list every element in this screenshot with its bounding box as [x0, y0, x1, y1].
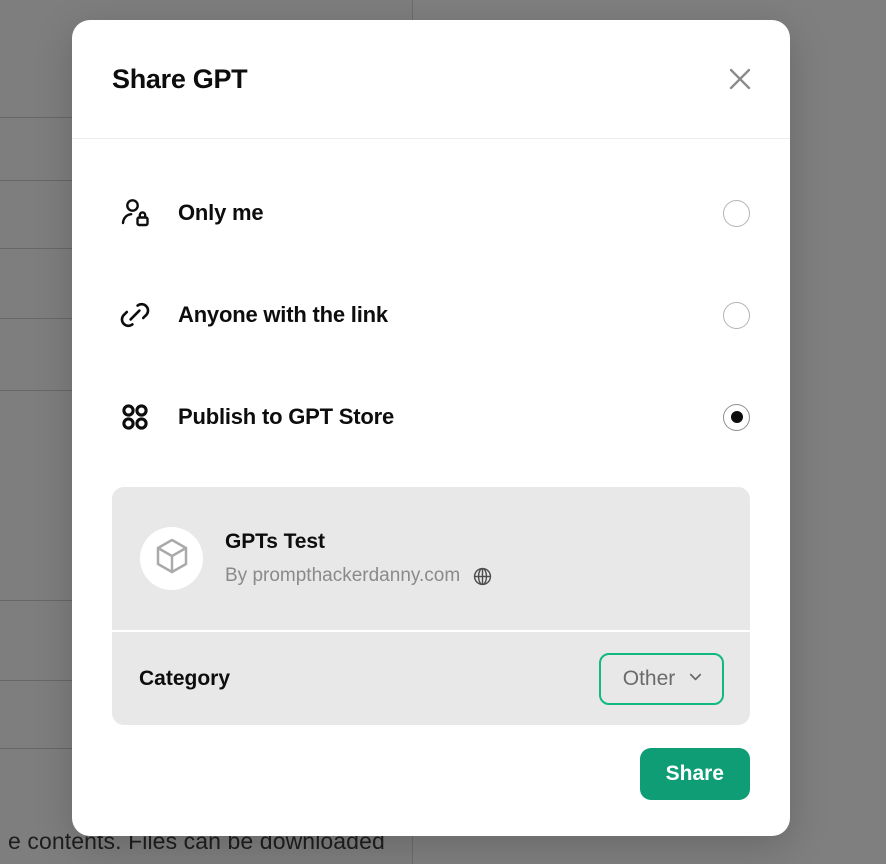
link-icon: [114, 294, 156, 336]
gpt-byline: By prompthackerdanny.com: [225, 565, 493, 587]
share-gpt-dialog: Share GPT Only me Anyone with the link P…: [72, 20, 790, 836]
gpt-info-panel: GPTs Test By prompthackerdanny.com: [112, 487, 750, 630]
close-button[interactable]: [722, 61, 758, 97]
radio-publish-to-store[interactable]: [723, 403, 750, 431]
grid-circles-icon: [114, 396, 156, 438]
radio-anyone-with-link[interactable]: [723, 301, 750, 329]
page-title: Share GPT: [112, 63, 248, 94]
dialog-header: Share GPT: [72, 20, 790, 139]
gpt-name: GPTs Test: [225, 530, 325, 553]
share-button[interactable]: Share: [639, 748, 750, 800]
close-icon: [727, 66, 753, 92]
dialog-body: Only me Anyone with the link Publish to …: [72, 139, 790, 748]
share-option-label: Publish to GPT Store: [178, 404, 395, 429]
dialog-footer: Share: [72, 748, 790, 836]
cube-icon: [152, 536, 192, 581]
share-option-label: Only me: [178, 200, 264, 225]
share-option-only-me[interactable]: Only me: [112, 181, 750, 245]
share-option-label: Anyone with the link: [178, 302, 388, 327]
radio-only-me[interactable]: [723, 199, 750, 227]
share-option-anyone-with-link[interactable]: Anyone with the link: [112, 283, 750, 347]
category-value: Other: [622, 666, 676, 690]
gpt-byline-text: By prompthackerdanny.com: [225, 565, 461, 586]
gpt-card: GPTs Test By prompthackerdanny.com Categ…: [112, 487, 750, 725]
person-lock-icon: [114, 192, 156, 234]
chevron-down-icon: [687, 668, 704, 690]
category-row: Category Other: [112, 632, 750, 725]
gpt-text-block: GPTs Test By prompthackerdanny.com: [225, 530, 493, 587]
category-dropdown[interactable]: Other: [599, 652, 724, 705]
avatar: [140, 527, 203, 590]
share-option-publish-to-store[interactable]: Publish to GPT Store: [112, 385, 750, 449]
globe-icon: [472, 566, 493, 587]
category-label: Category: [139, 666, 231, 690]
